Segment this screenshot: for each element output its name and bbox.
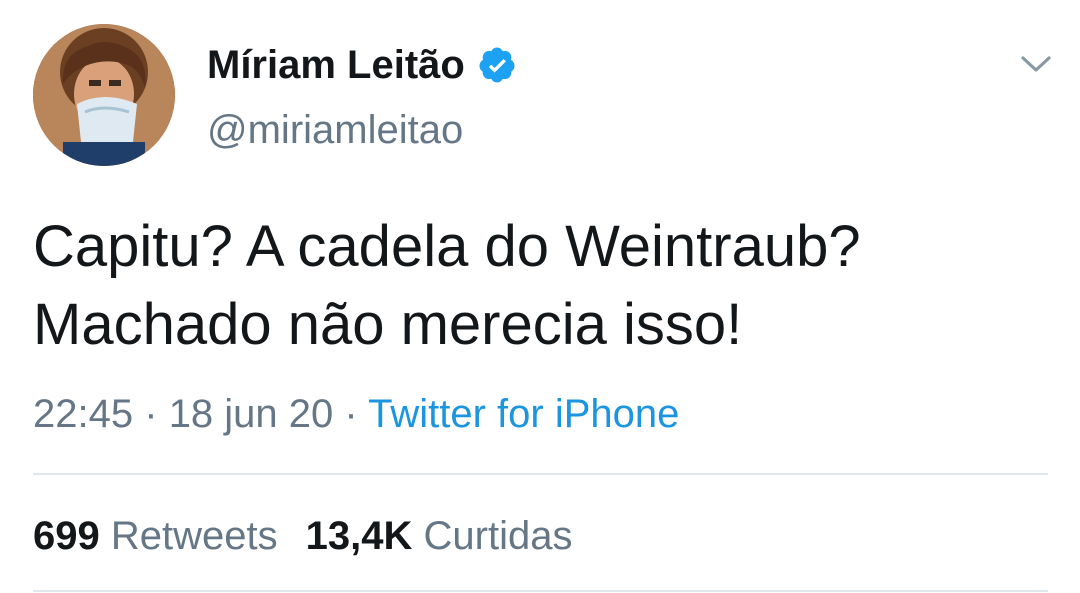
meta-separator: · bbox=[344, 392, 358, 436]
tweet-text-line: Capitu? A cadela do Weintraub? bbox=[33, 214, 861, 279]
retweets-stat[interactable]: 699 Retweets bbox=[33, 514, 278, 558]
tweet-meta: 22:45 · 18 jun 20 · Twitter for iPhone bbox=[33, 388, 679, 440]
avatar[interactable] bbox=[33, 24, 175, 166]
tweet-date[interactable]: 18 jun 20 bbox=[169, 392, 334, 436]
likes-count: 13,4K bbox=[305, 514, 413, 558]
tweet-text: Capitu? A cadela do Weintraub? Machado n… bbox=[33, 208, 1043, 364]
chevron-down-icon[interactable] bbox=[1016, 48, 1056, 80]
divider bbox=[33, 590, 1048, 592]
meta-separator: · bbox=[144, 392, 158, 436]
divider bbox=[33, 473, 1048, 475]
avatar-photo bbox=[33, 24, 175, 166]
tweet-text-line: Machado não merecia isso! bbox=[33, 292, 743, 357]
author-name-row[interactable]: Míriam Leitão bbox=[207, 40, 517, 90]
verified-badge-icon bbox=[477, 45, 517, 85]
tweet-time[interactable]: 22:45 bbox=[33, 392, 133, 436]
retweets-label: Retweets bbox=[110, 514, 278, 558]
likes-label: Curtidas bbox=[423, 514, 573, 558]
tweet-stats: 699 Retweets 13,4K Curtidas bbox=[33, 508, 572, 564]
tweet-source-link[interactable]: Twitter for iPhone bbox=[368, 392, 679, 436]
author-handle[interactable]: @miriamleitao bbox=[207, 108, 463, 153]
likes-stat[interactable]: 13,4K Curtidas bbox=[306, 514, 573, 558]
tweet-detail: Míriam Leitão @miriamleitao Capitu? A ca… bbox=[0, 0, 1080, 593]
retweets-count: 699 bbox=[33, 514, 100, 558]
author-display-name[interactable]: Míriam Leitão bbox=[207, 43, 465, 88]
